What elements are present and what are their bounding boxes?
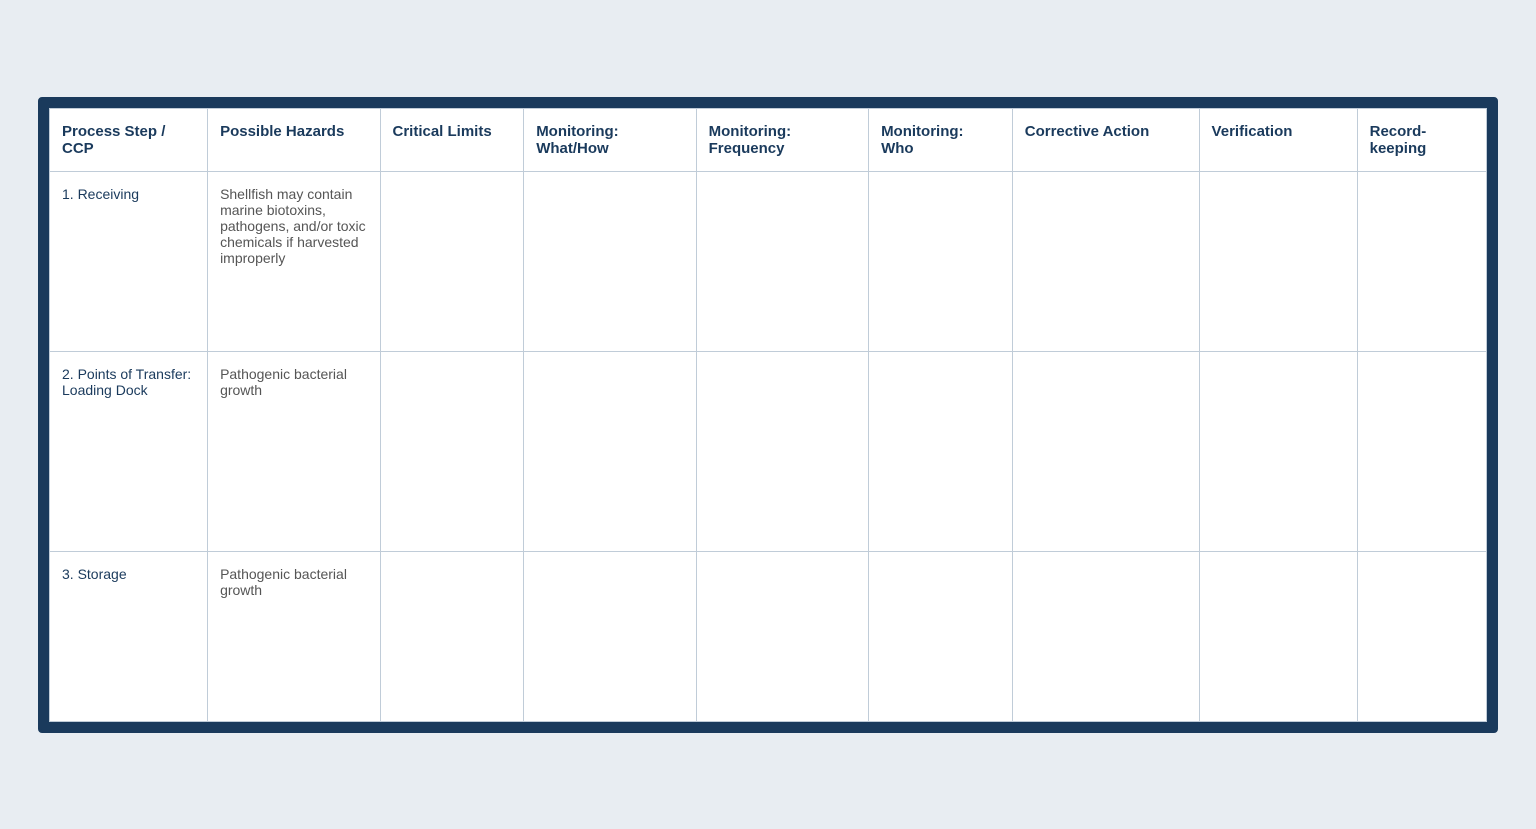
header-verification: Verification [1199, 108, 1357, 171]
row2-corrective-action [1012, 351, 1199, 551]
row1-verification [1199, 171, 1357, 351]
row3-possible-hazards: Pathogenic bacterial growth [208, 551, 380, 721]
row3-monitoring-who [869, 551, 1013, 721]
row1-process-step: 1. Receiving [50, 171, 208, 351]
row3-process-step: 3. Storage [50, 551, 208, 721]
row2-monitoring-what [524, 351, 696, 551]
header-corrective-action: Corrective Action [1012, 108, 1199, 171]
header-row: Process Step / CCP Possible Hazards Crit… [50, 108, 1487, 171]
row3-corrective-action [1012, 551, 1199, 721]
row1-critical-limits [380, 171, 524, 351]
header-recordkeeping: Record-keeping [1357, 108, 1486, 171]
row1-monitoring-frequency [696, 171, 868, 351]
row3-verification [1199, 551, 1357, 721]
header-monitoring-who: Monitoring: Who [869, 108, 1013, 171]
row1-monitoring-what [524, 171, 696, 351]
header-critical-limits: Critical Limits [380, 108, 524, 171]
row2-recordkeeping [1357, 351, 1486, 551]
row2-possible-hazards: Pathogenic bacterial growth [208, 351, 380, 551]
row1-corrective-action [1012, 171, 1199, 351]
row3-critical-limits [380, 551, 524, 721]
row3-monitoring-frequency [696, 551, 868, 721]
table-row: 1. Receiving Shellfish may contain marin… [50, 171, 1487, 351]
header-process-step: Process Step / CCP [50, 108, 208, 171]
header-monitoring-frequency: Monitoring: Frequency [696, 108, 868, 171]
row3-recordkeeping [1357, 551, 1486, 721]
table-row: 3. Storage Pathogenic bacterial growth [50, 551, 1487, 721]
haccp-table: Process Step / CCP Possible Hazards Crit… [49, 108, 1487, 722]
row1-possible-hazards: Shellfish may contain marine biotoxins, … [208, 171, 380, 351]
row1-recordkeeping [1357, 171, 1486, 351]
row2-monitoring-who [869, 351, 1013, 551]
table-row: 2. Points of Transfer: Loading Dock Path… [50, 351, 1487, 551]
haccp-table-wrapper: Process Step / CCP Possible Hazards Crit… [38, 97, 1498, 733]
row3-monitoring-what [524, 551, 696, 721]
row2-verification [1199, 351, 1357, 551]
header-monitoring-what: Monitoring: What/How [524, 108, 696, 171]
row2-process-step: 2. Points of Transfer: Loading Dock [50, 351, 208, 551]
header-possible-hazards: Possible Hazards [208, 108, 380, 171]
row1-monitoring-who [869, 171, 1013, 351]
row2-monitoring-frequency [696, 351, 868, 551]
row2-critical-limits [380, 351, 524, 551]
